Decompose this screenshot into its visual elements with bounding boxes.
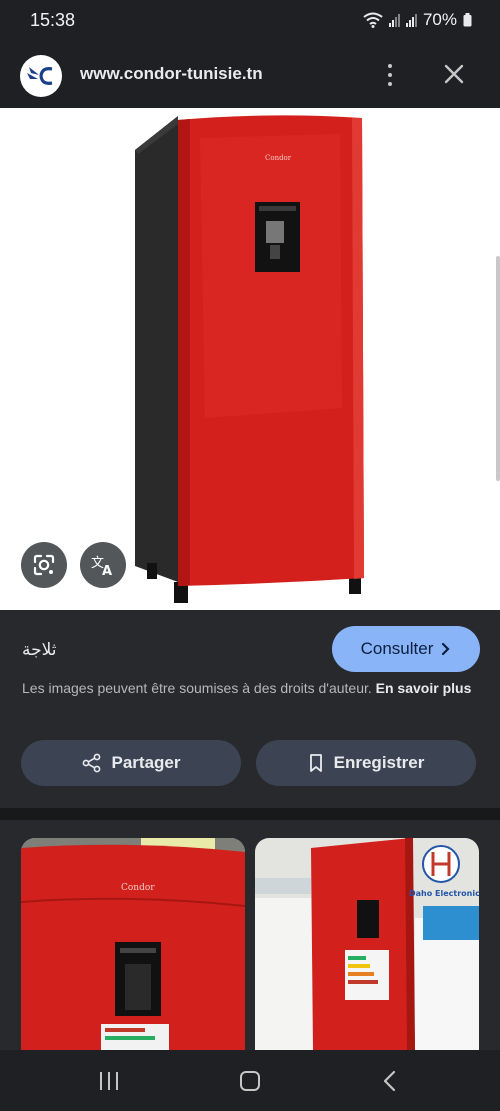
bookmark-icon [309, 754, 322, 772]
related-thumbnail[interactable]: Condor [21, 838, 245, 1050]
image-info-panel: ثلاجة Consulter Les images peuvent être … [0, 610, 500, 808]
svg-text:Condor: Condor [265, 154, 292, 162]
url-bar: www.condor-tunisie.tn [0, 42, 500, 108]
chevron-right-icon [442, 642, 450, 656]
google-lens-button[interactable] [21, 542, 67, 588]
scrollbar[interactable] [496, 256, 500, 481]
main-image[interactable]: Condor [0, 108, 500, 610]
copyright-text: Les images peuvent être soumises à des d… [22, 680, 372, 696]
battery-percent: 70% [422, 10, 457, 29]
svg-text:A: A [102, 564, 112, 577]
section-divider [0, 808, 500, 820]
status-icons: 70% [363, 10, 472, 30]
close-icon[interactable] [440, 60, 468, 88]
translate-icon: 文 A [91, 556, 112, 577]
refrigerator-image: Condor [135, 115, 364, 603]
recent-apps-icon[interactable] [100, 1072, 118, 1090]
page-url[interactable]: www.condor-tunisie.tn [80, 64, 263, 84]
status-bar: 15:38 70% [0, 0, 500, 42]
home-icon[interactable] [240, 1071, 260, 1091]
translate-button[interactable]: 文 A [80, 542, 126, 588]
share-label: Partager [111, 753, 181, 772]
watermark-text: Daho Electronics [409, 889, 479, 898]
share-button[interactable]: Partager [21, 740, 241, 786]
consult-label: Consulter [360, 639, 434, 658]
related-fridge-image: Condor [21, 838, 245, 1050]
svg-text:Condor: Condor [121, 883, 155, 893]
google-lens-icon [33, 554, 55, 576]
image-title: ثلاجة [22, 640, 57, 659]
copyright-notice: Les images peuvent être soumises à des d… [22, 678, 482, 698]
related-images: Condor Daho Electronics [0, 820, 500, 1050]
consult-button[interactable]: Consulter [332, 626, 480, 672]
status-time: 15:38 [30, 10, 76, 30]
learn-more-link[interactable]: En savoir plus [376, 680, 472, 696]
related-thumbnail[interactable]: Daho Electronics [255, 838, 479, 1050]
system-nav-bar [0, 1050, 500, 1111]
wifi-icon [363, 12, 383, 28]
condor-logo-icon [27, 67, 53, 85]
signal-icon [388, 13, 400, 27]
related-store-image: Daho Electronics [255, 838, 479, 1050]
battery-icon [463, 13, 472, 27]
more-vert-icon[interactable] [378, 62, 402, 88]
site-favicon [20, 55, 62, 97]
signal-icon [405, 13, 417, 27]
save-button[interactable]: Enregistrer [256, 740, 476, 786]
share-icon [82, 753, 100, 773]
back-icon[interactable] [380, 1070, 400, 1092]
save-label: Enregistrer [333, 753, 425, 772]
